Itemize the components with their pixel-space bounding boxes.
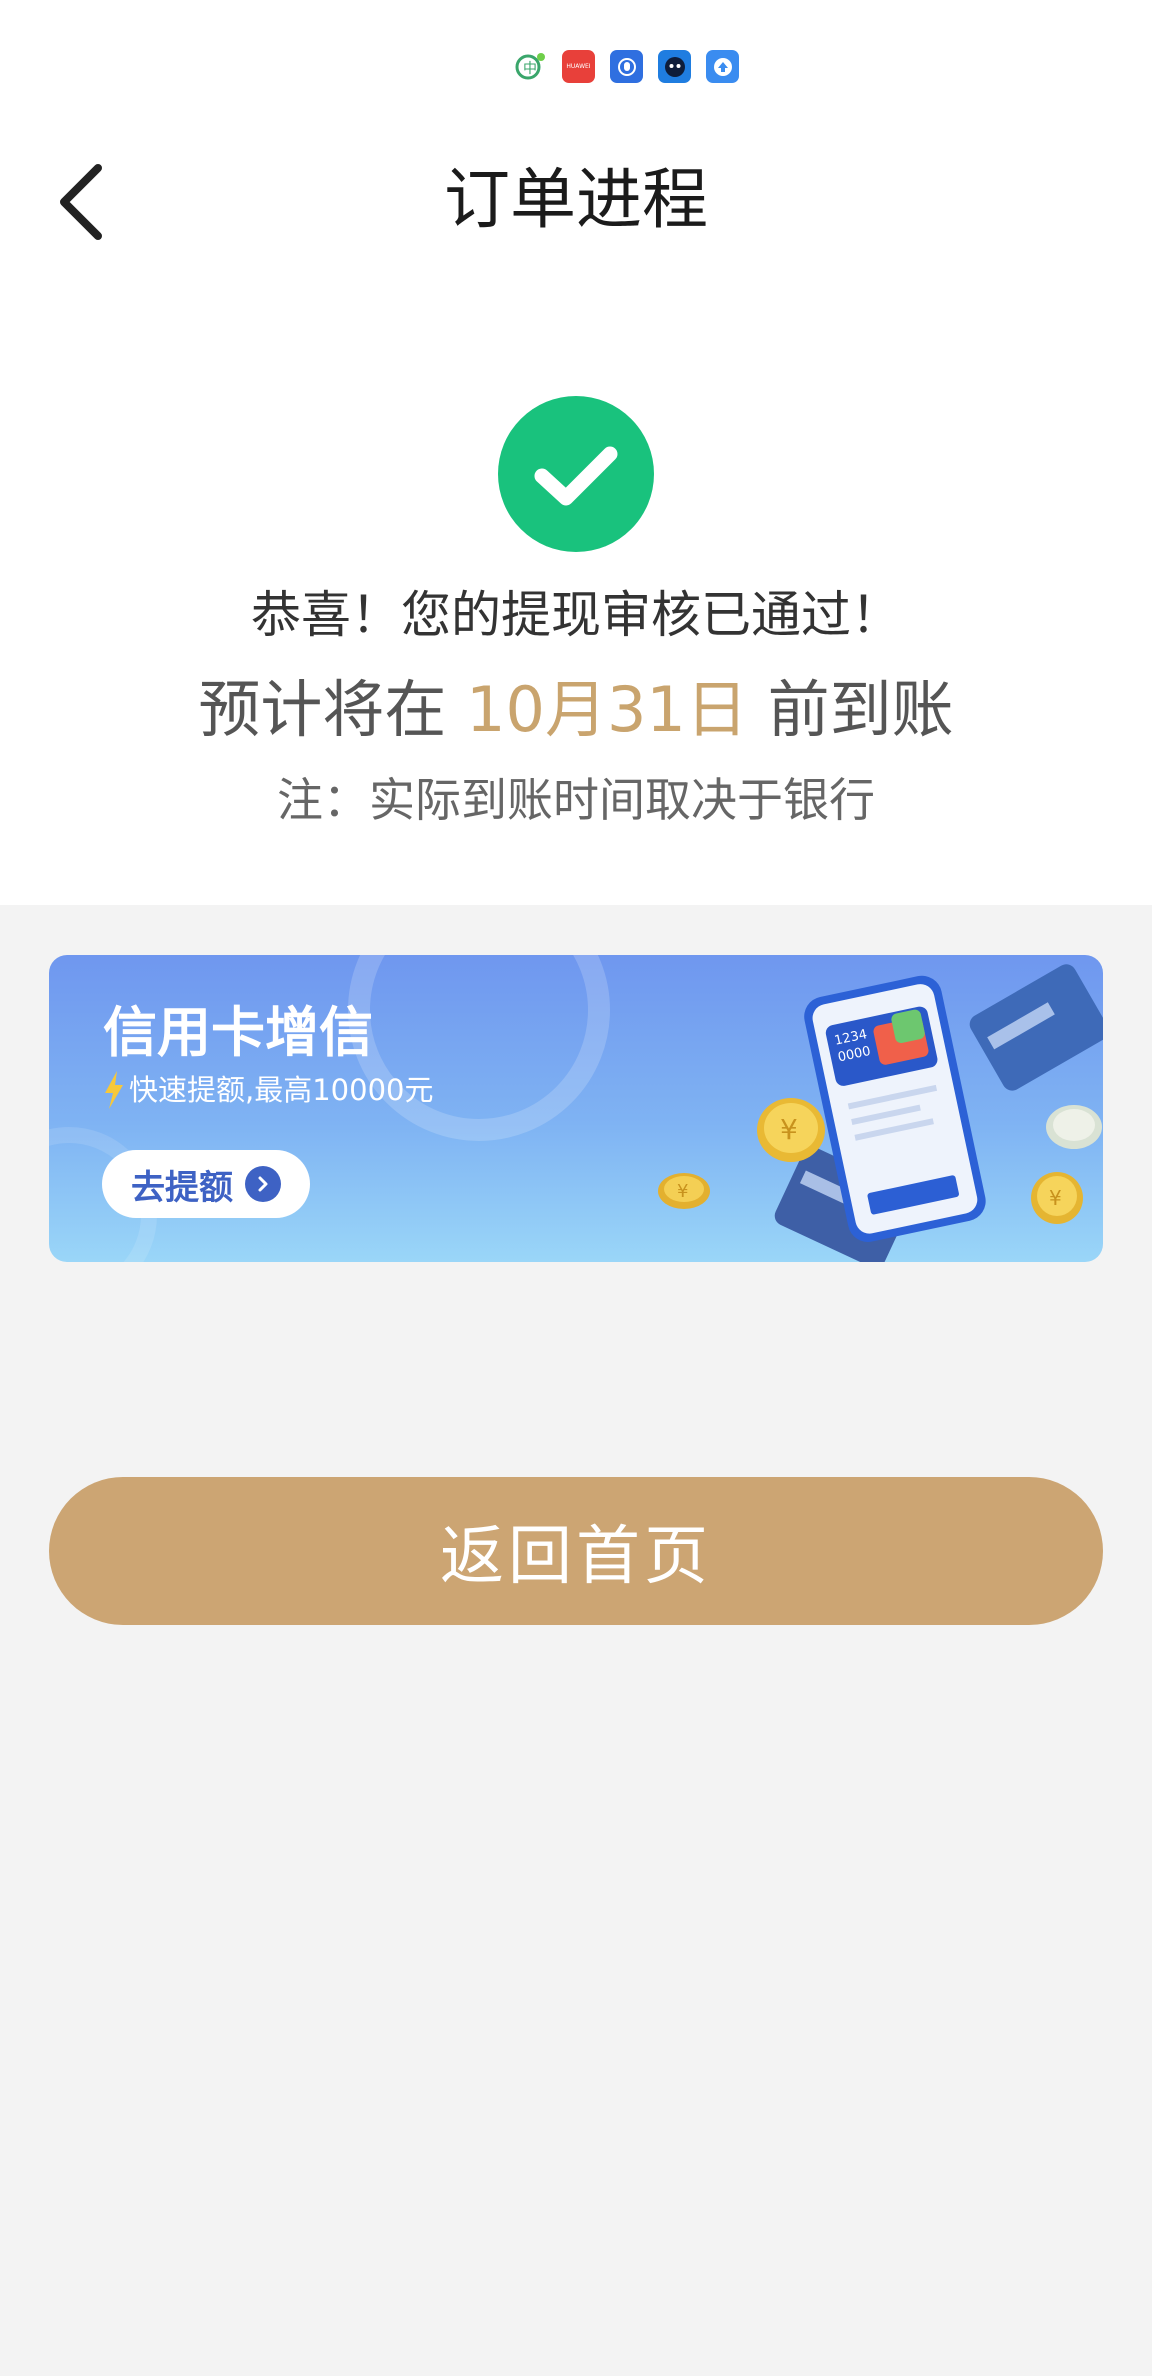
coin-icon: ¥ [1031, 1172, 1083, 1224]
raise-limit-button[interactable]: 去提额 [102, 1150, 310, 1218]
phone-card-illustration: 1234 0000 ¥ ¥ ¥ [658, 964, 1103, 1262]
robot-app-icon [658, 50, 691, 83]
coin-icon: ¥ [658, 1173, 710, 1209]
coin-icon [1046, 1105, 1102, 1149]
svg-text:¥: ¥ [780, 1113, 798, 1146]
raise-limit-label: 去提额 [131, 1167, 233, 1208]
huawei-store-icon: HUAWEI [562, 50, 595, 83]
arrival-estimate: 预计将在 10月31日 前到账 [0, 665, 1152, 755]
arrival-note: 注：实际到账时间取决于银行 [277, 773, 875, 827]
lightning-icon [105, 1071, 123, 1109]
eta-date: 10月31日 [466, 673, 748, 746]
page-title: 订单进程 [444, 161, 708, 238]
svg-text:¥: ¥ [1049, 1186, 1062, 1210]
success-message: 恭喜！您的提现审核已通过！ [251, 586, 901, 644]
upload-app-icon [706, 50, 739, 83]
eta-prefix: 预计将在 [198, 673, 447, 746]
banner-subtitle: 快速提额,最高10000元 [129, 1073, 434, 1107]
credit-card-promo-banner[interactable]: 信用卡增信 快速提额,最高10000元 去提额 1234 0000 ¥ ¥ ¥ [49, 955, 1103, 1262]
svg-text:中: 中 [523, 61, 537, 77]
chevron-right-icon [245, 1166, 281, 1202]
return-home-button[interactable]: 返回首页 [49, 1477, 1103, 1625]
banner-title: 信用卡增信 [103, 1001, 373, 1064]
status-bar-icons: 中 HUAWEI [514, 50, 739, 83]
check-circle-icon [498, 396, 654, 552]
coin-icon: ¥ [757, 1098, 825, 1162]
banner-subtitle-row: 快速提额,最高10000元 [103, 1065, 433, 1115]
hand-app-icon [610, 50, 643, 83]
svg-text:¥: ¥ [677, 1181, 688, 1202]
app-icon-green: 中 [514, 50, 547, 83]
eta-suffix: 前到账 [767, 673, 954, 746]
